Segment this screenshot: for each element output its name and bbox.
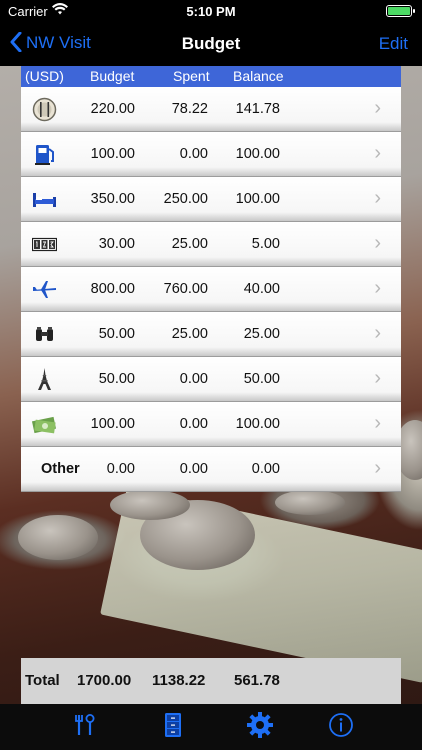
spent-value: 760.00 (163, 281, 208, 297)
budget-value: 100.00 (90, 416, 135, 432)
chevron-right-icon: › (374, 457, 381, 479)
fuel-pump-icon (32, 142, 57, 167)
balance-value: 50.00 (243, 371, 280, 387)
tab-bar (0, 704, 422, 750)
totals-bar: Total 1700.00 1138.22 561.78 (21, 658, 401, 704)
balance-value: 141.78 (235, 101, 280, 117)
balance-value: 25.00 (243, 326, 280, 342)
ticket-icon (32, 232, 57, 257)
money-icon (32, 412, 57, 437)
table-row[interactable]: 50.00 0.00 50.00 › (21, 357, 401, 402)
table-header: (USD) Budget Spent Balance (21, 66, 401, 87)
page-title: Budget (181, 34, 241, 53)
gear-icon (246, 711, 274, 744)
tab-tools[interactable] (70, 712, 100, 742)
budget-value: 800.00 (90, 281, 135, 297)
chevron-right-icon: › (374, 142, 381, 164)
spent-value: 0.00 (179, 461, 208, 477)
chevron-right-icon: › (374, 277, 381, 299)
chevron-right-icon: › (374, 322, 381, 344)
total-budget: 1700.00 (77, 672, 132, 689)
spent-header: Spent (173, 68, 210, 84)
tab-info[interactable] (326, 712, 356, 742)
info-icon (328, 712, 354, 743)
binoculars-icon (32, 322, 57, 347)
spent-value: 0.00 (179, 416, 208, 432)
budget-header: Budget (90, 68, 135, 84)
balance-value: 100.00 (235, 146, 280, 162)
total-spent: 1138.22 (152, 672, 206, 689)
edit-button[interactable]: Edit (379, 34, 408, 54)
table-row[interactable]: Other 0.00 0.00 0.00 › (21, 447, 401, 492)
clock: 5:10 PM (186, 4, 236, 19)
balance-value: 40.00 (243, 281, 280, 297)
spent-value: 25.00 (171, 236, 208, 252)
spent-value: 25.00 (171, 326, 208, 342)
bed-icon (32, 187, 57, 212)
budget-value: 50.00 (98, 326, 135, 342)
budget-value: 30.00 (98, 236, 135, 252)
battery-icon (386, 5, 415, 17)
file-cabinet-icon (164, 712, 182, 743)
spent-value: 0.00 (179, 371, 208, 387)
balance-value: 100.00 (235, 416, 280, 432)
table-row[interactable]: 100.00 0.00 100.00 › (21, 402, 401, 447)
chevron-right-icon: › (374, 232, 381, 254)
balance-value: 100.00 (235, 191, 280, 207)
eiffel-tower-icon (32, 367, 57, 392)
tools-icon (74, 713, 96, 742)
navigation-bar: NW Visit Budget Edit (0, 22, 422, 66)
budget-table: (USD) Budget Spent Balance 220.00 78.22 … (21, 66, 401, 492)
tab-settings[interactable] (245, 711, 275, 744)
spent-value: 78.22 (171, 101, 208, 117)
coin-stack-image (275, 490, 345, 515)
table-row[interactable]: 220.00 78.22 141.78 › (21, 87, 401, 132)
chevron-right-icon: › (374, 187, 381, 209)
spent-value: 0.00 (179, 146, 208, 162)
budget-value: 350.00 (90, 191, 135, 207)
coin-stack-image (18, 515, 98, 560)
budget-value: 0.00 (106, 461, 135, 477)
total-balance: 561.78 (234, 672, 280, 689)
budget-value: 220.00 (90, 101, 135, 117)
balance-value: 5.00 (251, 236, 280, 252)
chevron-right-icon: › (374, 367, 381, 389)
currency-header: (USD) (25, 68, 64, 84)
table-row[interactable]: 50.00 25.00 25.00 › (21, 312, 401, 357)
tab-file-cabinet[interactable] (158, 712, 188, 742)
budget-value: 50.00 (98, 371, 135, 387)
spent-value: 250.00 (163, 191, 208, 207)
table-row[interactable]: 350.00 250.00 100.00 › (21, 177, 401, 222)
balance-header: Balance (233, 68, 284, 84)
table-row[interactable]: 800.00 760.00 40.00 › (21, 267, 401, 312)
table-row[interactable]: 30.00 25.00 5.00 › (21, 222, 401, 267)
balance-value: 0.00 (251, 461, 280, 477)
coin-stack-image (110, 490, 190, 520)
table-row[interactable]: 100.00 0.00 100.00 › (21, 132, 401, 177)
total-label: Total (25, 672, 60, 689)
airplane-icon (32, 277, 57, 302)
chevron-right-icon: › (374, 97, 381, 119)
budget-value: 100.00 (90, 146, 135, 162)
chevron-right-icon: › (374, 412, 381, 434)
dining-icon (32, 97, 57, 122)
status-bar: Carrier 5:10 PM (0, 0, 422, 22)
